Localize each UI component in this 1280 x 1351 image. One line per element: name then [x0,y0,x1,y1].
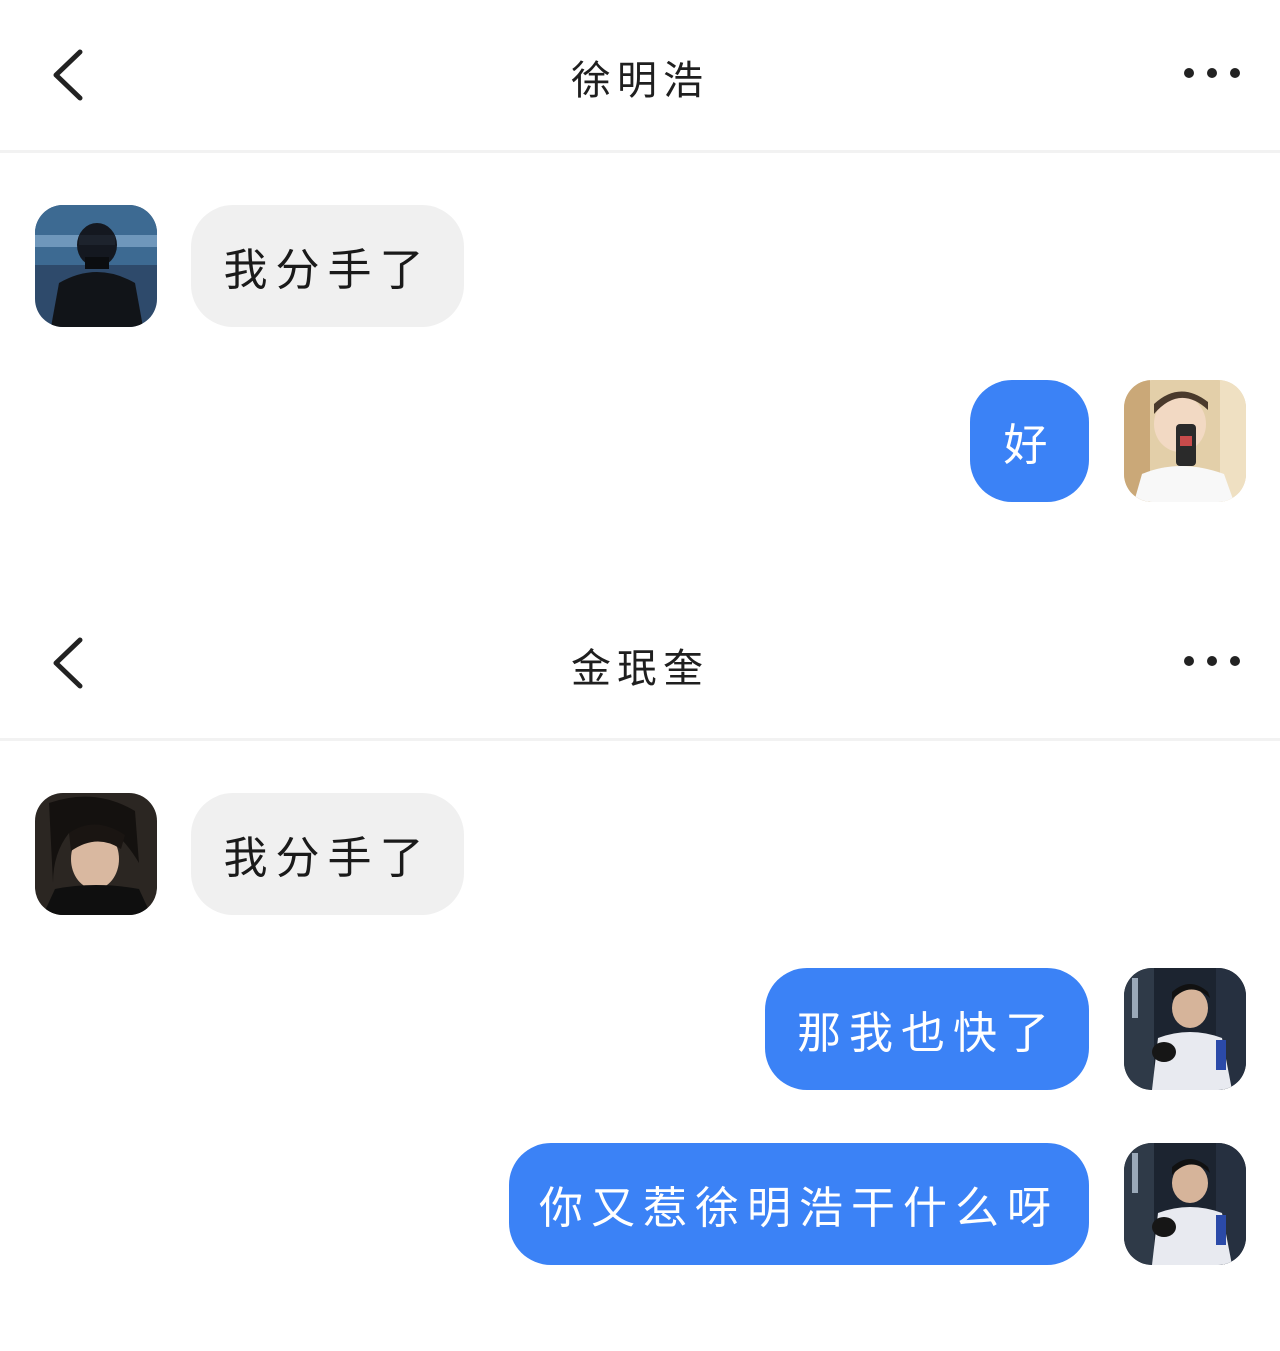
message-bubble-outgoing[interactable]: 你又惹徐明浩干什么呀 [509,1143,1089,1265]
avatar[interactable] [1124,968,1246,1090]
chat-title: 金珉奎 [571,646,709,692]
more-dots-icon [1184,656,1240,666]
avatar[interactable] [35,793,157,915]
more-dots-icon [1184,68,1240,78]
user-avatar-icon [1124,1143,1246,1265]
user-avatar-icon [1124,380,1246,502]
chat-title: 徐明浩 [571,58,709,104]
avatar[interactable] [35,205,157,327]
more-button[interactable] [1175,50,1251,96]
avatar[interactable] [1124,380,1246,502]
user-avatar-icon [1124,968,1246,1090]
chat-header: 徐明浩 [0,0,1280,153]
message-bubble-incoming[interactable]: 我分手了 [191,793,464,915]
message-bubble-outgoing[interactable]: 好 [970,380,1089,502]
chat-screen-1: 徐明浩 我分手了 好 [0,0,1280,588]
contact-avatar-icon [35,205,157,327]
contact-avatar-icon [35,793,157,915]
chat-header: 金珉奎 [0,588,1280,741]
message-bubble-incoming[interactable]: 我分手了 [191,205,464,327]
message-bubble-outgoing[interactable]: 那我也快了 [765,968,1089,1090]
more-button[interactable] [1175,638,1251,684]
avatar[interactable] [1124,1143,1246,1265]
chat-screen-2: 金珉奎 我分手了 那我也快了 你又惹徐明浩干什么呀 [0,588,1280,1351]
